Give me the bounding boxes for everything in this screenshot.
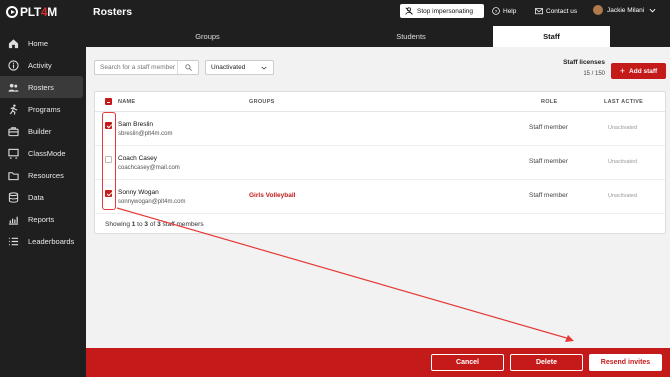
- sidebar-item-leaderboards[interactable]: Leaderboards: [0, 230, 83, 252]
- running-icon: [7, 103, 19, 115]
- bulk-action-bar: Cancel Delete Resend invites: [86, 348, 670, 377]
- sidebar-item-builder[interactable]: Builder: [0, 120, 83, 142]
- sidebar-item-classmode[interactable]: ClassMode: [0, 142, 83, 164]
- svg-text:?: ?: [495, 9, 498, 15]
- staff-email: sonnywogan@plt4m.com: [118, 199, 186, 205]
- annotation-highlight-box: [102, 112, 116, 210]
- staff-table: NAME GROUPS ROLE LAST ACTIVE Sam Breslin…: [94, 91, 666, 234]
- staff-licenses-label: Staff licenses: [563, 59, 605, 66]
- search-icon: [184, 64, 192, 71]
- sidebar-item-home[interactable]: Home: [0, 32, 83, 54]
- top-bar: Rosters Stop impersonating ? Help Contac…: [86, 0, 670, 26]
- plus-icon: +: [619, 66, 626, 76]
- resend-invites-button[interactable]: Resend invites: [589, 354, 662, 371]
- sidebar-item-activity[interactable]: Activity: [0, 54, 83, 76]
- user-menu[interactable]: Jackie Milani: [593, 5, 656, 15]
- play-logo-icon: [6, 6, 18, 18]
- sidebar-item-rosters[interactable]: Rosters: [0, 76, 83, 98]
- page-title: Rosters: [93, 6, 133, 18]
- staff-email: sbreslin@plt4m.com: [118, 131, 173, 137]
- user-slash-icon: [405, 7, 413, 15]
- staff-licenses: Staff licenses 15 / 150: [552, 59, 605, 77]
- app-logo[interactable]: PLT4M: [6, 5, 57, 19]
- staff-role: Staff member: [529, 124, 568, 131]
- contact-link[interactable]: Contact us: [535, 7, 577, 15]
- briefcase-icon: [7, 125, 19, 137]
- stop-impersonating-button[interactable]: Stop impersonating: [400, 4, 484, 18]
- sidebar-item-reports[interactable]: Reports: [0, 208, 83, 230]
- column-header-last-active[interactable]: LAST ACTIVE: [604, 99, 643, 105]
- folder-icon: [7, 169, 19, 181]
- home-icon: [7, 37, 19, 49]
- staff-name: Sonny Wogan: [118, 189, 159, 196]
- table-row[interactable]: Coach Casey coachcasey@mail.com Staff me…: [95, 146, 665, 180]
- last-active-status: Unactivated: [608, 125, 638, 131]
- last-active-status: Unactivated: [608, 159, 638, 165]
- delete-button[interactable]: Delete: [510, 354, 583, 371]
- help-icon: ?: [492, 7, 500, 15]
- search-button[interactable]: [177, 61, 198, 74]
- staff-email: coachcasey@mail.com: [118, 165, 180, 171]
- mail-icon: [535, 8, 543, 15]
- info-icon: [7, 59, 19, 71]
- database-icon: [7, 191, 19, 203]
- staff-group-link[interactable]: Girls Volleyball: [249, 192, 295, 199]
- staff-name: Coach Casey: [118, 155, 158, 162]
- staff-role: Staff member: [529, 158, 568, 165]
- column-header-role[interactable]: ROLE: [541, 99, 557, 105]
- sidebar: PLT4M Home Activity Rosters Programs Bui…: [0, 0, 86, 377]
- tab-groups[interactable]: Groups: [86, 26, 329, 47]
- table-header: NAME GROUPS ROLE LAST ACTIVE: [95, 92, 665, 112]
- select-all-checkbox[interactable]: [105, 98, 112, 105]
- search-input[interactable]: [95, 64, 177, 71]
- search-box: [94, 60, 199, 75]
- table-row[interactable]: Sonny Wogan sonnywogan@plt4m.com Girls V…: [95, 180, 665, 214]
- classmode-icon: [7, 147, 19, 159]
- status-filter-select[interactable]: Unactivated: [205, 60, 274, 75]
- sidebar-item-resources[interactable]: Resources: [0, 164, 83, 186]
- tab-students[interactable]: Students: [329, 26, 493, 47]
- staff-name: Sam Breslin: [118, 121, 154, 128]
- chevron-down-icon: [261, 66, 267, 70]
- pagination-summary: Showing 1 to 3 of 3 staff members: [105, 221, 204, 228]
- table-row[interactable]: Sam Breslin sbreslin@plt4m.com Staff mem…: [95, 112, 665, 146]
- chart-icon: [7, 213, 19, 225]
- staff-toolbar: Unactivated Staff licenses 15 / 150 + Ad…: [94, 58, 666, 88]
- column-header-groups[interactable]: GROUPS: [249, 99, 275, 105]
- tab-staff[interactable]: Staff: [493, 26, 610, 47]
- help-link[interactable]: ? Help: [492, 7, 516, 15]
- list-icon: [7, 235, 19, 247]
- staff-role: Staff member: [529, 192, 568, 199]
- roster-tabs: Groups Students Staff: [86, 26, 670, 47]
- chevron-down-icon: [649, 8, 656, 12]
- sidebar-item-programs[interactable]: Programs: [0, 98, 83, 120]
- avatar: [593, 5, 603, 15]
- sidebar-item-data[interactable]: Data: [0, 186, 83, 208]
- staff-licenses-count: 15 / 150: [583, 71, 605, 77]
- users-icon: [7, 81, 19, 93]
- sidebar-nav: Home Activity Rosters Programs Builder C…: [0, 32, 86, 252]
- last-active-status: Unactivated: [608, 193, 638, 199]
- cancel-button[interactable]: Cancel: [431, 354, 504, 371]
- column-header-name[interactable]: NAME: [118, 99, 135, 105]
- add-staff-button[interactable]: + Add staff: [611, 63, 666, 79]
